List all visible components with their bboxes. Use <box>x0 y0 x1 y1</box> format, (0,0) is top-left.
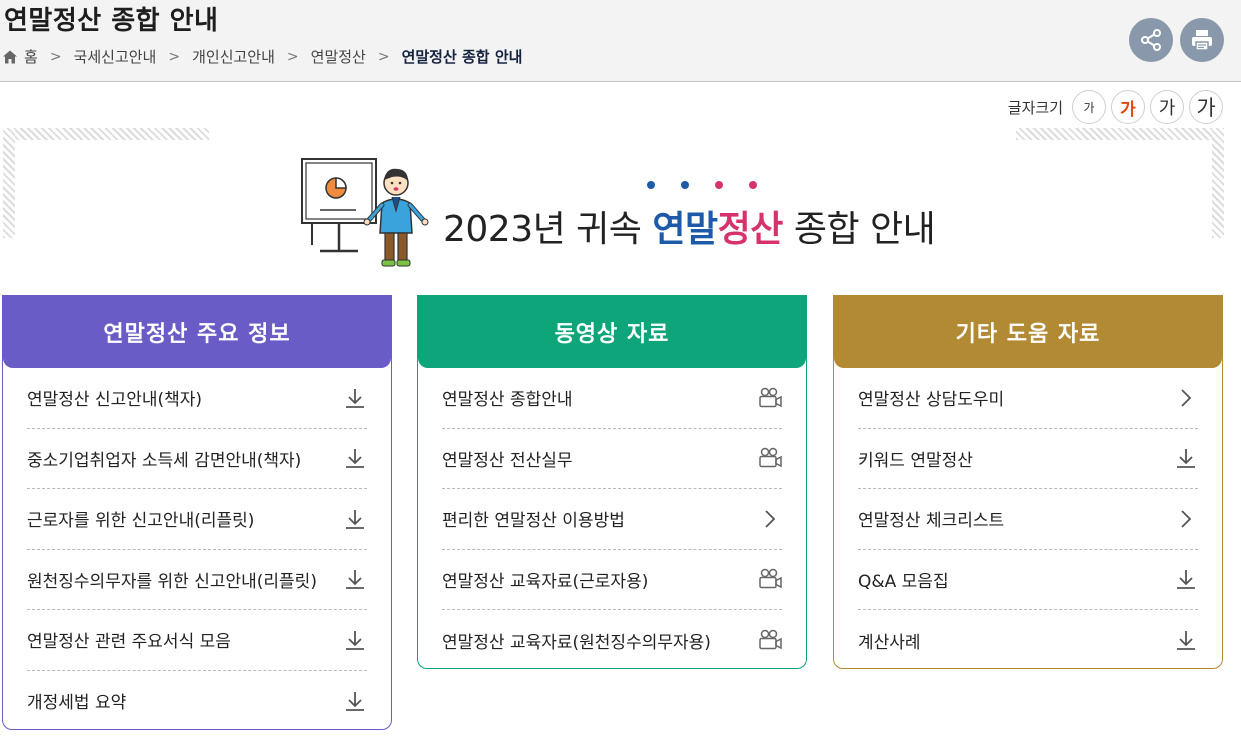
print-icon <box>1192 30 1212 51</box>
font-size-default-button[interactable]: 가 <box>1111 90 1145 124</box>
list-item[interactable]: 연말정산 교육자료(근로자용) <box>442 550 782 610</box>
download-icon[interactable] <box>343 507 367 531</box>
list-item-label: 연말정산 상담도우미 <box>858 390 1005 411</box>
list-item-label: 개정세법 요약 <box>27 693 127 714</box>
banner-title: 2023년 귀속 연말정산 종합 안내 <box>443 200 936 252</box>
breadcrumb: 홈 > 국세신고안내 > 개인신고안내 > 연말정산 > 연말정산 종합 안내 <box>2 46 522 67</box>
main-info-card: 연말정산 주요 정보 연말정산 신고안내(책자) 중소기업취업자 소득세 감면안… <box>2 295 392 730</box>
download-icon[interactable] <box>343 628 367 652</box>
card-list: 연말정산 종합안내 연말정산 전산실무 편리한 연말정산 이용방법 연말정산 교… <box>418 368 806 671</box>
home-icon[interactable] <box>2 49 18 65</box>
download-icon[interactable] <box>1174 628 1198 652</box>
banner-hatch-decoration <box>1212 128 1224 238</box>
font-size-label: 글자크기 <box>1007 98 1063 117</box>
card-title: 동영상 자료 <box>418 296 806 368</box>
title-dot <box>681 181 689 189</box>
title-dot <box>647 181 655 189</box>
list-item-label: 편리한 연말정산 이용방법 <box>442 511 625 532</box>
list-item-label: Q&A 모음집 <box>858 571 949 592</box>
list-item-label: 원천징수의무자를 위한 신고안내(리플릿) <box>27 571 317 592</box>
breadcrumb-current: 연말정산 종합 안내 <box>401 48 523 66</box>
chevron-right-icon[interactable] <box>758 507 782 531</box>
list-item[interactable]: 개정세법 요약 <box>27 671 367 732</box>
list-item[interactable]: 연말정산 관련 주요서식 모음 <box>27 610 367 671</box>
download-icon[interactable] <box>343 567 367 591</box>
share-button[interactable] <box>1129 18 1173 62</box>
list-item-label: 연말정산 전산실무 <box>442 450 573 471</box>
title-dot <box>715 181 723 189</box>
chevron-right-icon[interactable] <box>1174 507 1198 531</box>
list-item-label: 연말정산 신고안내(책자) <box>27 390 203 411</box>
breadcrumb-personal-report-guide[interactable]: 개인신고안내 <box>192 46 275 67</box>
list-item[interactable]: 원천징수의무자를 위한 신고안내(리플릿) <box>27 550 367 610</box>
list-item[interactable]: 편리한 연말정산 이용방법 <box>442 489 782 550</box>
chevron-right-icon: > <box>286 48 299 65</box>
list-item[interactable]: Q&A 모음집 <box>858 550 1198 610</box>
download-icon[interactable] <box>343 446 367 470</box>
card-title: 기타 도움 자료 <box>834 296 1222 368</box>
banner-year-text: 2023년 귀속 <box>443 209 653 250</box>
banner-hatch-decoration <box>1016 128 1224 140</box>
download-icon[interactable] <box>1174 567 1198 591</box>
card-title: 연말정산 주요 정보 <box>3 296 391 368</box>
chevron-right-icon[interactable] <box>1174 386 1198 410</box>
list-item[interactable]: 연말정산 상담도우미 <box>858 368 1198 429</box>
font-size-large-button[interactable]: 가 <box>1150 90 1184 124</box>
video-camera-icon[interactable] <box>758 567 782 591</box>
page-title: 연말정산 종합 안내 <box>4 6 219 36</box>
video-camera-icon[interactable] <box>758 386 782 410</box>
list-item-label: 연말정산 종합안내 <box>442 390 573 411</box>
banner-highlight-pink: 정산 <box>717 209 784 250</box>
list-item[interactable]: 연말정산 신고안내(책자) <box>27 368 367 429</box>
list-item-label: 연말정산 교육자료(원천징수의무자용) <box>442 632 711 653</box>
list-item[interactable]: 연말정산 교육자료(원천징수의무자용) <box>442 610 782 671</box>
list-item[interactable]: 연말정산 체크리스트 <box>858 489 1198 550</box>
download-icon[interactable] <box>343 689 367 713</box>
page-header: 연말정산 종합 안내 홈 > 국세신고안내 > 개인신고안내 > 연말정산 > … <box>0 0 1241 82</box>
title-dot <box>749 181 757 189</box>
video-resources-card: 동영상 자료 연말정산 종합안내 연말정산 전산실무 편리한 연말정산 이용방법… <box>417 295 807 669</box>
breadcrumb-tax-report-guide[interactable]: 국세신고안내 <box>74 46 157 67</box>
card-list: 연말정산 상담도우미 키워드 연말정산 연말정산 체크리스트 Q&A 모음집 계… <box>834 368 1222 671</box>
list-item[interactable]: 근로자를 위한 신고안내(리플릿) <box>27 489 367 550</box>
share-icon <box>1141 29 1161 51</box>
list-item-label: 연말정산 교육자료(근로자용) <box>442 571 649 592</box>
list-item[interactable]: 연말정산 종합안내 <box>442 368 782 429</box>
font-size-control: 글자크기 가 가 가 가 <box>1008 90 1223 124</box>
banner-hatch-decoration <box>3 128 209 140</box>
chevron-right-icon: > <box>168 48 181 65</box>
other-help-card: 기타 도움 자료 연말정산 상담도우미 키워드 연말정산 연말정산 체크리스트 … <box>833 295 1223 669</box>
banner-suffix: 종합 안내 <box>782 209 936 250</box>
list-item[interactable]: 중소기업취업자 소득세 감면안내(책자) <box>27 429 367 489</box>
list-item-label: 계산사례 <box>858 632 921 653</box>
breadcrumb-year-end-settlement[interactable]: 연말정산 <box>311 46 366 67</box>
list-item[interactable]: 키워드 연말정산 <box>858 429 1198 489</box>
banner-hatch-decoration <box>3 128 15 238</box>
video-camera-icon[interactable] <box>758 446 782 470</box>
font-size-small-button[interactable]: 가 <box>1072 90 1106 124</box>
banner-highlight-blue: 연말 <box>652 209 718 250</box>
list-item-label: 근로자를 위한 신고안내(리플릿) <box>27 511 255 532</box>
chevron-right-icon: > <box>377 48 390 65</box>
list-item[interactable]: 연말정산 전산실무 <box>442 429 782 489</box>
breadcrumb-home[interactable]: 홈 <box>24 46 38 67</box>
font-size-xlarge-button[interactable]: 가 <box>1189 90 1223 124</box>
list-item-label: 연말정산 체크리스트 <box>858 511 1005 532</box>
chevron-right-icon: > <box>49 48 62 65</box>
presenter-illustration <box>301 158 429 267</box>
print-button[interactable] <box>1180 18 1224 62</box>
card-list: 연말정산 신고안내(책자) 중소기업취업자 소득세 감면안내(책자) 근로자를 … <box>3 368 391 731</box>
list-item[interactable]: 계산사례 <box>858 610 1198 671</box>
list-item-label: 중소기업취업자 소득세 감면안내(책자) <box>27 450 302 471</box>
list-item-label: 키워드 연말정산 <box>858 450 973 471</box>
video-camera-icon[interactable] <box>758 628 782 652</box>
list-item-label: 연말정산 관련 주요서식 모음 <box>27 632 231 653</box>
download-icon[interactable] <box>1174 446 1198 470</box>
download-icon[interactable] <box>343 386 367 410</box>
